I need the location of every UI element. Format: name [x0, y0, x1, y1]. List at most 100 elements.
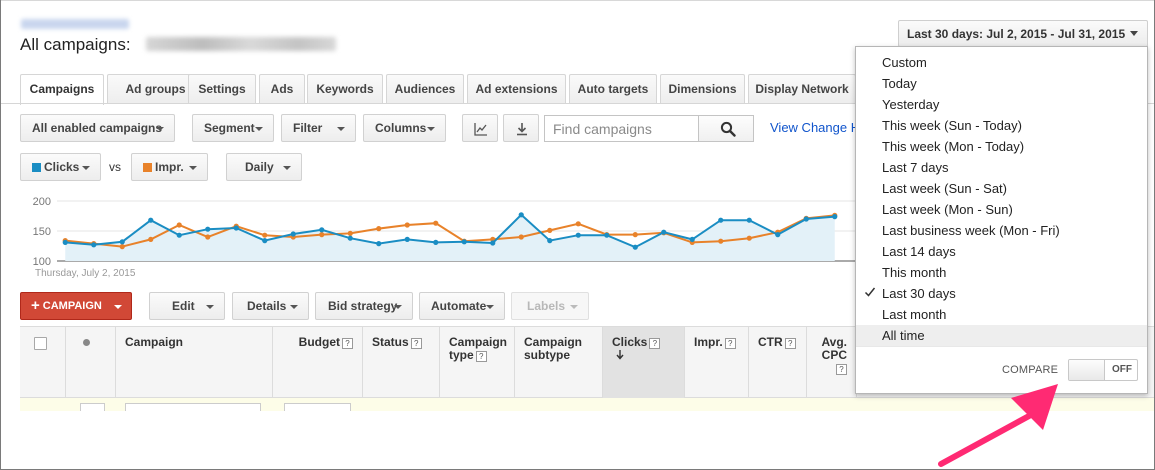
col-avg-cpc[interactable]: Avg. CPC?	[807, 327, 857, 398]
campaign-filter-label: All enabled campaigns	[32, 121, 163, 135]
details-button[interactable]: Details	[232, 292, 309, 320]
help-icon[interactable]: ?	[836, 364, 847, 375]
caret-down-icon	[1130, 31, 1138, 36]
tab-auto-targets[interactable]: Auto targets	[569, 74, 657, 104]
menu-item-last-week-mon-sun[interactable]: Last week (Mon - Sun)	[856, 199, 1147, 220]
search-input[interactable]	[544, 115, 699, 142]
tab-keywords[interactable]: Keywords	[307, 74, 383, 104]
data-point	[490, 240, 496, 246]
menu-divider	[856, 346, 1147, 347]
data-point	[604, 232, 610, 238]
help-icon[interactable]: ?	[784, 338, 796, 349]
segment-button[interactable]: Segment	[192, 114, 274, 142]
date-range-dropdown[interactable]: Last 30 days: Jul 2, 2015 - Jul 31, 2015	[898, 20, 1148, 47]
tab-campaigns[interactable]: Campaigns	[20, 74, 104, 105]
search-icon	[720, 121, 736, 137]
chart-icon	[474, 123, 487, 136]
col-budget[interactable]: Budget?	[273, 327, 363, 398]
tab-audiences[interactable]: Audiences	[386, 74, 464, 104]
menu-item-this-week-sun[interactable]: This week (Sun - Today)	[856, 115, 1147, 136]
date-range-menu: Custom Today Yesterday This week (Sun - …	[855, 46, 1148, 394]
menu-item-last-business-week[interactable]: Last business week (Mon - Fri)	[856, 220, 1147, 241]
col-clicks[interactable]: Clicks?	[603, 327, 685, 398]
search-button[interactable]	[698, 115, 754, 142]
data-point	[461, 239, 467, 245]
data-point	[205, 234, 211, 240]
col-avg-cpc-label: Avg. CPC	[821, 335, 847, 362]
data-point	[404, 236, 410, 242]
automate-button[interactable]: Automate	[419, 292, 505, 320]
data-point	[775, 232, 781, 238]
menu-item-last-30-days[interactable]: Last 30 days	[856, 283, 1147, 304]
interval-dropdown[interactable]: Daily	[226, 153, 302, 181]
menu-item-last-week-sun-sat[interactable]: Last week (Sun - Sat)	[856, 178, 1147, 199]
plus-icon: +	[31, 297, 40, 314]
menu-item-last-14-days[interactable]: Last 14 days	[856, 241, 1147, 262]
help-icon[interactable]: ?	[410, 338, 422, 349]
check-icon	[864, 287, 876, 297]
menu-item-label: Last week (Sun - Sat)	[882, 181, 1007, 196]
automate-label: Automate	[431, 299, 487, 313]
help-icon[interactable]: ?	[724, 338, 736, 349]
menu-item-custom[interactable]: Custom	[856, 52, 1147, 73]
edit-button[interactable]: Edit	[149, 292, 225, 320]
tab-ad-extensions[interactable]: Ad extensions	[467, 74, 566, 104]
chevron-down-icon	[427, 127, 435, 131]
menu-item-today[interactable]: Today	[856, 73, 1147, 94]
new-campaign-button[interactable]: + CAMPAIGN	[20, 292, 132, 320]
menu-item-this-month[interactable]: This month	[856, 262, 1147, 283]
col-impr[interactable]: Impr.?	[685, 327, 749, 398]
performance-chart: 200 150 100Thursday, July 2, 2015	[33, 196, 857, 278]
menu-item-label: Today	[882, 76, 917, 91]
data-point	[233, 225, 239, 231]
columns-button[interactable]: Columns	[363, 114, 446, 142]
annotation-arrow	[938, 384, 1058, 467]
menu-item-this-week-mon[interactable]: This week (Mon - Today)	[856, 136, 1147, 157]
tab-ads[interactable]: Ads	[259, 74, 305, 104]
interval-label: Daily	[245, 160, 274, 174]
download-button[interactable]	[503, 114, 539, 142]
col-clicks-label: Clicks	[612, 335, 648, 349]
data-point	[262, 238, 268, 244]
data-point	[661, 229, 667, 235]
select-all-checkbox[interactable]	[34, 337, 47, 350]
metric2-dropdown[interactable]: Impr.	[131, 153, 208, 181]
tab-dimensions[interactable]: Dimensions	[660, 74, 745, 104]
chevron-down-icon	[337, 127, 345, 131]
menu-item-last-7-days[interactable]: Last 7 days	[856, 157, 1147, 178]
chevron-down-icon	[486, 305, 494, 309]
col-campaign[interactable]: Campaign	[116, 327, 273, 398]
metric1-dropdown[interactable]: Clicks	[20, 153, 101, 181]
vs-label: vs	[109, 160, 121, 174]
data-point	[518, 234, 524, 240]
menu-item-label: This week (Mon - Today)	[882, 139, 1025, 154]
view-change-history-link[interactable]: View Change H	[770, 120, 860, 135]
col-status[interactable]: Status?	[363, 327, 440, 398]
filter-button[interactable]: Filter	[281, 114, 356, 142]
chevron-down-icon	[570, 305, 578, 309]
menu-item-all-time[interactable]: All time	[856, 325, 1147, 346]
tab-settings[interactable]: Settings	[188, 74, 256, 104]
row-cell	[125, 403, 261, 411]
help-icon[interactable]: ?	[475, 351, 487, 362]
data-point	[205, 226, 211, 232]
data-point	[575, 221, 581, 227]
col-campaign-label: Campaign	[125, 335, 184, 349]
help-icon[interactable]: ?	[342, 338, 353, 349]
tab-display-network[interactable]: Display Network	[748, 74, 856, 104]
campaign-filter-dropdown[interactable]: All enabled campaigns	[20, 114, 175, 142]
bid-strategy-button[interactable]: Bid strategy	[315, 292, 413, 320]
status-dot-cell	[66, 327, 116, 398]
menu-item-last-month[interactable]: Last month	[856, 304, 1147, 325]
col-ctr[interactable]: CTR?	[749, 327, 807, 398]
select-all-cell	[20, 327, 66, 398]
col-campaign-type[interactable]: Campaign type?	[440, 327, 515, 398]
labels-label: Labels	[527, 299, 566, 313]
chart-toggle-button[interactable]	[462, 114, 498, 142]
menu-item-yesterday[interactable]: Yesterday	[856, 94, 1147, 115]
labels-button[interactable]: Labels	[511, 292, 589, 320]
col-campaign-subtype[interactable]: Campaign subtype	[515, 327, 603, 398]
app-window: All campaigns: Last 30 days: Jul 2, 2015…	[0, 0, 1155, 470]
data-point	[632, 244, 638, 250]
help-icon[interactable]: ?	[649, 338, 661, 349]
